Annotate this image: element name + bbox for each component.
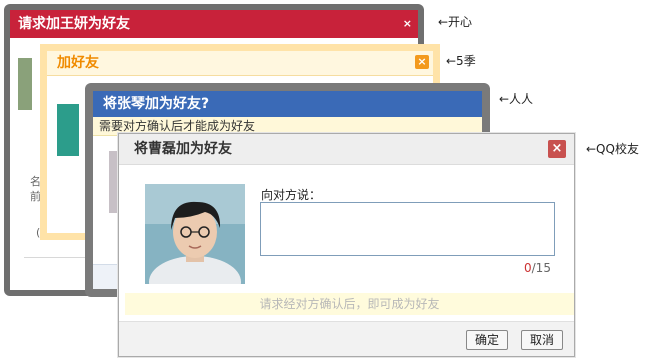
renren-dialog-title: 将张琴加为好友? [93, 91, 482, 117]
qq-dialog-title: 将曹磊加为好友 [134, 141, 232, 157]
annotation-kaixin: ←开心 [438, 15, 473, 29]
annotation-5ji: ←5季 [446, 54, 476, 68]
qq-dialog: 将曹磊加为好友 × 向对方说： 0/15 请求经对方确认后，即可成为好友 确定 … [118, 133, 575, 357]
qq-close-icon[interactable]: × [548, 140, 566, 158]
char-count-total: /15 [531, 261, 551, 275]
kaixin-close-icon[interactable]: × [403, 10, 412, 38]
5ji-dialog-titlebar: 加好友 × [47, 51, 433, 76]
char-counter: 0/15 [524, 261, 551, 275]
kaixin-dialog-title: 请求加王妍为好友 [18, 16, 130, 32]
message-label: 向对方说： [261, 188, 322, 202]
qq-avatar-photo [145, 184, 245, 284]
confirm-button[interactable]: 确定 [466, 330, 509, 350]
char-count-current: 0 [524, 261, 532, 275]
kaixin-avatar [18, 58, 32, 110]
qq-dialog-titlebar: 将曹磊加为好友 × [119, 134, 574, 165]
annotation-renren: ←人人 [499, 92, 534, 106]
cancel-button[interactable]: 取消 [521, 330, 564, 350]
qq-button-bar: 确定 取消 [119, 321, 574, 356]
confirm-hint: 请求经对方确认后，即可成为好友 [125, 293, 574, 315]
kaixin-dialog-titlebar: 请求加王妍为好友 × [10, 10, 418, 38]
5ji-avatar [57, 104, 79, 156]
5ji-dialog-title: 加好友 [57, 55, 99, 71]
5ji-close-icon[interactable]: × [415, 55, 429, 69]
annotation-qq: ←QQ校友 [586, 142, 639, 156]
message-input[interactable] [260, 202, 555, 256]
